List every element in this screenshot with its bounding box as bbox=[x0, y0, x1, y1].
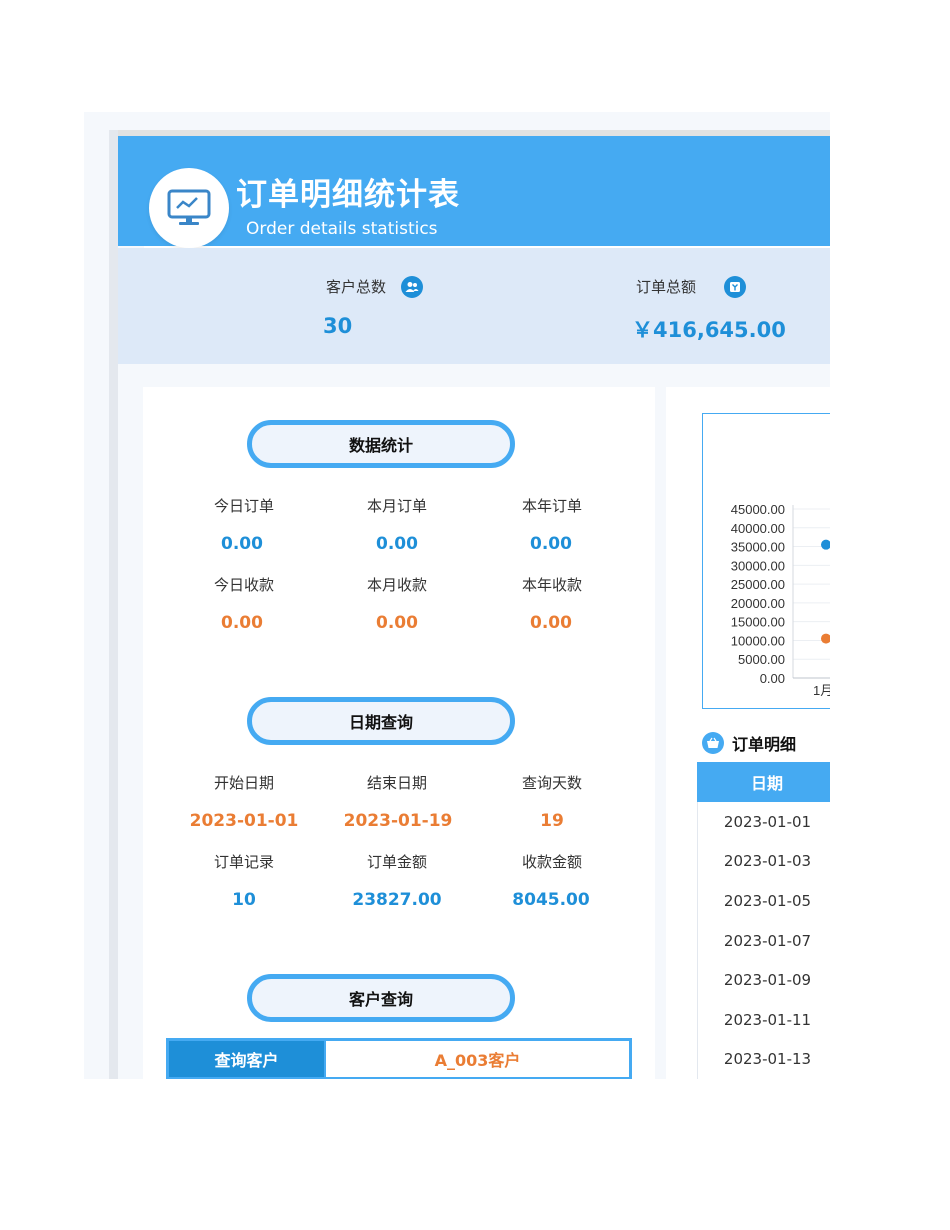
order-records-label: 订单记录 bbox=[213, 853, 274, 871]
table-row[interactable]: 2023-01-09 bbox=[697, 960, 830, 1000]
order-chart-plot: 45000.00 40000.00 35000.00 30000.00 25000.00… bbox=[731, 502, 830, 698]
y-tick-label: 30000.00 bbox=[731, 558, 785, 573]
data-stats-title: 数据统计 bbox=[247, 420, 515, 468]
today-orders-value: 0.00 bbox=[221, 534, 263, 554]
date-query-title: 日期查询 bbox=[247, 697, 515, 745]
x-tick-label: 1月 bbox=[813, 683, 830, 698]
payment-amount-label: 收款金额 bbox=[521, 853, 582, 871]
order-amount-value: ￥416,645.00 bbox=[632, 318, 786, 342]
sheet-left-edge bbox=[109, 130, 118, 1079]
order-detail-heading: 订单明细 bbox=[702, 731, 796, 755]
y-tick-label: 35000.00 bbox=[731, 540, 785, 555]
page-title: 订单明细统计表 bbox=[236, 177, 460, 213]
logo-badge bbox=[149, 168, 229, 248]
end-date-label: 结束日期 bbox=[366, 774, 427, 792]
customer-query-title: 客户查询 bbox=[247, 974, 515, 1022]
order-detail-title: 订单明细 bbox=[732, 735, 797, 754]
summary-bar: 客户总数 30 订单总额 ￥416,645.00 bbox=[118, 248, 830, 364]
customer-query-input[interactable]: A_003客户 bbox=[324, 1041, 629, 1077]
query-days-value: 19 bbox=[540, 811, 564, 831]
order-detail-rows: 2023-01-01 2023-01-03 2023-01-05 2023-01-07… bbox=[697, 802, 830, 1079]
order-detail-table: 日期 2023-01-01 2023-01-03 2023-01-05 2023-01… bbox=[697, 762, 830, 1079]
table-row[interactable]: 2023-01-05 bbox=[697, 881, 830, 921]
wallet-icon bbox=[724, 276, 746, 298]
table-row[interactable]: 2023-01-11 bbox=[697, 999, 830, 1040]
customers-total-value: 30 bbox=[323, 314, 353, 338]
start-date-label: 开始日期 bbox=[213, 774, 274, 792]
chart-data-point[interactable] bbox=[821, 539, 830, 550]
y-tick-label: 25000.00 bbox=[731, 577, 785, 592]
statistics-panel: 数据统计 今日订单 本月订单 本年订单 0.00 0.00 0.00 今日收款 … bbox=[143, 387, 655, 1079]
table-row[interactable]: 2023-01-07 bbox=[697, 920, 830, 961]
y-tick-label: 5000.00 bbox=[738, 652, 785, 667]
order-chart: 45000.00 40000.00 35000.00 30000.00 25000.00… bbox=[702, 413, 830, 709]
spreadsheet-sheet: 订单明细统计表 Order details statistics 客户总数 30… bbox=[84, 112, 830, 1079]
today-orders-label: 今日订单 bbox=[213, 497, 274, 515]
today-payments-value: 0.00 bbox=[221, 613, 263, 633]
users-icon bbox=[401, 276, 423, 298]
month-orders-label: 本月订单 bbox=[366, 497, 427, 515]
monitor-chart-icon bbox=[167, 189, 211, 225]
table-row[interactable]: 2023-01-13 bbox=[697, 1039, 830, 1079]
page-subtitle: Order details statistics bbox=[246, 219, 438, 239]
month-payments-value: 0.00 bbox=[376, 613, 418, 633]
customer-query-row: 查询客户 A_003客户 bbox=[166, 1038, 632, 1079]
customer-query-label: 查询客户 bbox=[169, 1041, 324, 1077]
order-records-value: 10 bbox=[232, 890, 256, 910]
table-row[interactable]: 2023-01-01 bbox=[697, 802, 830, 842]
order-amount-query-value: 23827.00 bbox=[352, 890, 442, 910]
table-row[interactable]: 2023-01-03 bbox=[697, 841, 830, 882]
month-orders-value: 0.00 bbox=[376, 534, 418, 554]
customers-total-label: 客户总数 bbox=[326, 278, 387, 296]
chart-data-point[interactable] bbox=[821, 633, 830, 644]
chart-and-detail-panel: 45000.00 40000.00 35000.00 30000.00 25000.00… bbox=[666, 387, 830, 1079]
y-tick-label: 40000.00 bbox=[731, 521, 785, 536]
basket-icon bbox=[702, 732, 724, 754]
year-orders-value: 0.00 bbox=[530, 534, 572, 554]
year-payments-label: 本年收款 bbox=[521, 576, 582, 594]
today-payments-label: 今日收款 bbox=[213, 576, 274, 594]
query-days-label: 查询天数 bbox=[521, 774, 582, 792]
payment-amount-value: 8045.00 bbox=[512, 890, 590, 910]
year-payments-value: 0.00 bbox=[530, 613, 572, 633]
y-tick-label: 20000.00 bbox=[731, 596, 785, 611]
column-header-date[interactable]: 日期 bbox=[697, 762, 830, 802]
order-amount-query-label: 订单金额 bbox=[366, 853, 427, 871]
month-payments-label: 本月收款 bbox=[366, 576, 427, 594]
year-orders-label: 本年订单 bbox=[521, 497, 582, 515]
y-tick-label: 15000.00 bbox=[731, 615, 785, 630]
start-date-value[interactable]: 2023-01-01 bbox=[174, 811, 314, 831]
end-date-value[interactable]: 2023-01-19 bbox=[328, 811, 468, 831]
order-amount-label: 订单总额 bbox=[636, 278, 697, 296]
y-tick-label: 0.00 bbox=[760, 671, 785, 686]
y-tick-label: 45000.00 bbox=[731, 502, 785, 517]
y-tick-label: 10000.00 bbox=[731, 633, 785, 648]
